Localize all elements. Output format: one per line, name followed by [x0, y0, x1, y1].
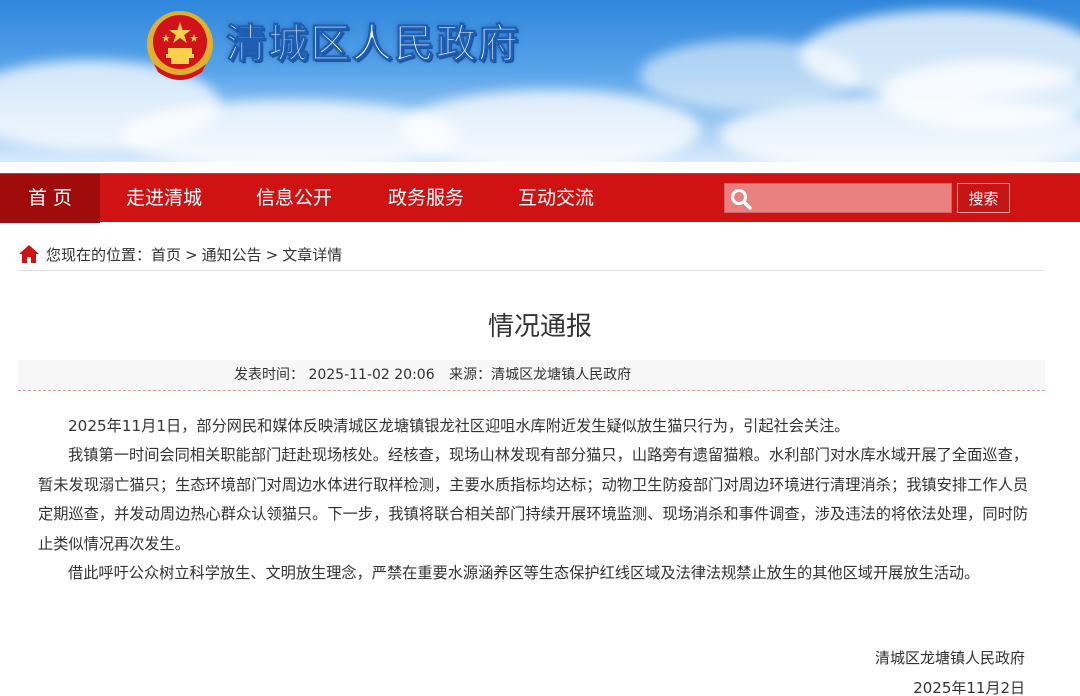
nav-item-info[interactable]: 信息公开	[244, 174, 344, 223]
nav-item-interaction[interactable]: 互动交流	[506, 174, 606, 223]
breadcrumb-separator: >	[185, 246, 198, 264]
article-signature: 清城区龙塘镇人民政府 2025年11月2日	[875, 643, 1025, 696]
breadcrumb-divider	[18, 270, 1045, 271]
article-meta: 发表时间： 2025-11-02 20:06 来源：清城区龙塘镇人民政府	[18, 360, 1045, 391]
article-paragraph: 借此呼吁公众树立科学放生、文明放生理念，严禁在重要水源涵养区等生态保护红线区域及…	[68, 564, 980, 583]
site-title: 清城区人民政府	[226, 21, 520, 68]
article-title: 情况通报	[487, 312, 592, 342]
breadcrumb-item-notices[interactable]: 通知公告	[202, 246, 262, 264]
search-input[interactable]	[757, 186, 947, 210]
search-button[interactable]: 搜索	[957, 183, 1010, 213]
breadcrumb-prefix: 您现在的位置：	[46, 246, 152, 264]
main-nav: 首 页 走进清城 信息公开 政务服务 互动交流 搜索	[0, 173, 1080, 223]
article-body: 2025年11月1日，部分网民和媒体反映清城区龙塘镇银龙社区迎咀水库附近发生疑似…	[38, 412, 1028, 588]
nav-item-home[interactable]: 首 页	[0, 174, 100, 223]
breadcrumb-item-detail[interactable]: 文章详情	[282, 246, 342, 264]
breadcrumb-separator: >	[265, 246, 279, 264]
source-label: 来源：	[449, 367, 492, 383]
breadcrumb: 您现在的位置：首页 > 通知公告 > 文章详情	[18, 243, 342, 267]
publish-time: 2025-11-02 20:06	[308, 367, 435, 383]
national-emblem-icon	[147, 11, 213, 80]
search-box	[724, 183, 952, 213]
article-paragraph: 2025年11月1日，部分网民和媒体反映清城区龙塘镇银龙社区迎咀水库附近发生疑似…	[68, 417, 850, 435]
breadcrumb-item-home[interactable]: 首页	[151, 246, 181, 264]
signature-date: 2025年11月2日	[913, 679, 1025, 696]
site-banner: 清城区人民政府	[0, 0, 1080, 162]
article-paragraph: 我镇第一时间会同相关职能部门赶赴现场核处。经核查，现场山林发现有部分猫只，山路旁…	[38, 446, 1028, 553]
publish-label: 发表时间：	[234, 367, 304, 383]
nav-item-about[interactable]: 走进清城	[112, 174, 216, 223]
search-icon	[731, 189, 752, 210]
nav-item-services[interactable]: 政务服务	[374, 174, 478, 223]
source-value: 清城区龙塘镇人民政府	[491, 367, 632, 383]
home-icon	[19, 245, 39, 263]
signature-org: 清城区龙塘镇人民政府	[874, 649, 1025, 667]
